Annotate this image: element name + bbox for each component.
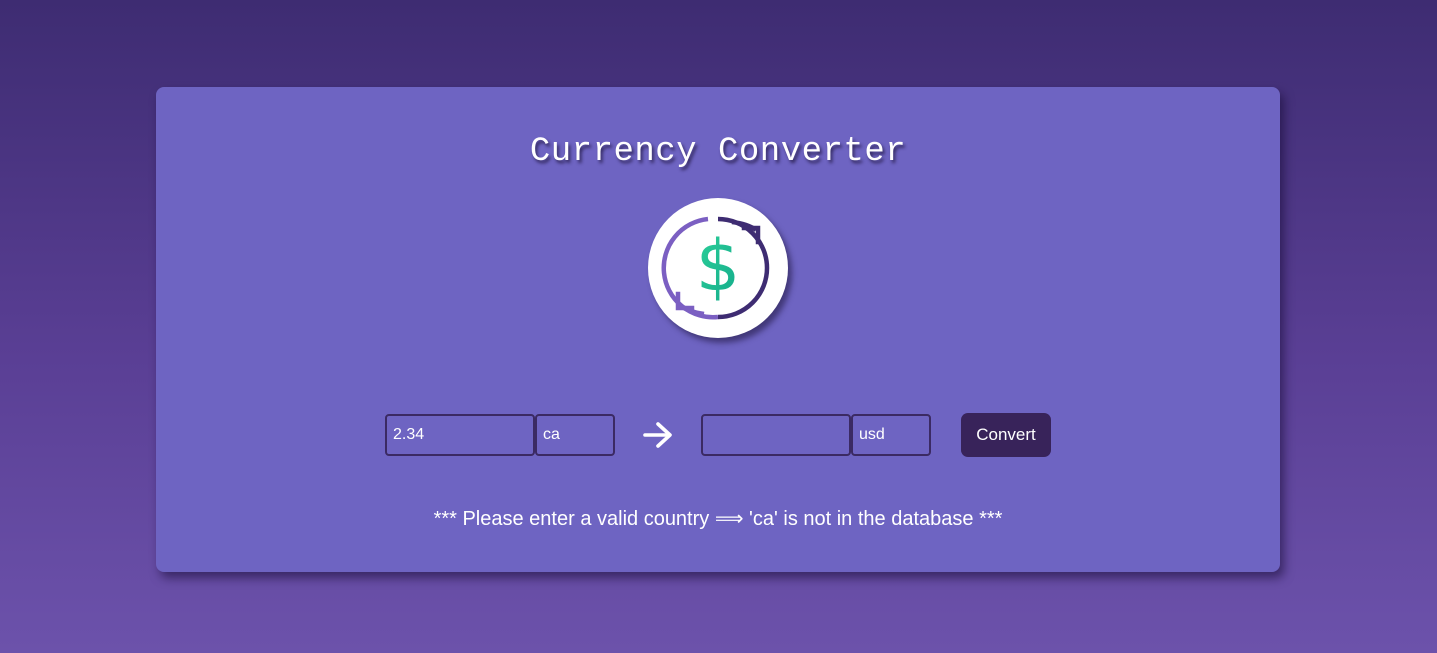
converter-card: Currency Converter $ 2.34 ca usd Convert… [156,87,1280,572]
error-message: *** Please enter a valid country ⟹ 'ca' … [433,508,1003,530]
page-title: Currency Converter [529,133,907,171]
dollar-sign: $ [696,225,741,307]
to-country-input[interactable] [851,414,931,456]
to-amount-input[interactable] [701,414,851,456]
convert-button[interactable]: Convert [961,413,1051,457]
from-amount-input[interactable] [385,414,535,456]
from-country-input[interactable] [535,414,615,456]
currency-exchange-icon: $ [648,198,788,338]
arrow-right-icon [643,422,672,448]
